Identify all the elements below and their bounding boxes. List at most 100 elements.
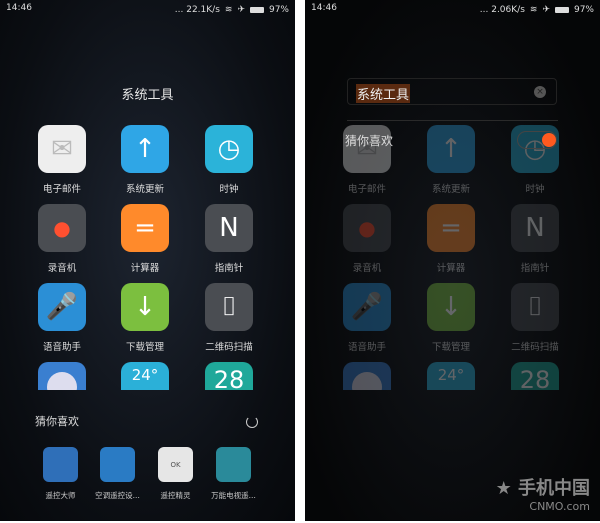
recommend-title: 猜你喜欢 <box>35 415 79 428</box>
app-clock[interactable]: ◷ 时钟 <box>194 125 264 195</box>
app-arrow-up[interactable]: ↑ 系统更新 <box>110 125 180 195</box>
app-label: 下载管理 <box>125 342 164 353</box>
app-label: 计算器 <box>436 263 466 274</box>
wifi-icon: ≋ <box>224 5 233 15</box>
right-phone-screen: 14:46 ... 2.06K/s ≋ ✈ 97% ✉ 电子邮件 ↑ 系统更新 ◷ 时钟 ● 录音机… <box>305 0 600 521</box>
app-label: 遥控大师 <box>45 491 76 500</box>
app-compass[interactable]: N 指南针 <box>500 204 570 274</box>
icon-text: 24° <box>131 366 159 384</box>
download-icon: ↓ <box>121 283 169 331</box>
app-scanner[interactable]: ⌷ 二维码扫描 <box>194 283 264 353</box>
airplane-icon: ✈ <box>542 5 550 15</box>
wifi-icon: ≋ <box>529 5 538 15</box>
weather-icon: 24° <box>121 362 169 390</box>
record-icon: ● <box>343 204 391 252</box>
app-label: 时钟 <box>219 184 239 195</box>
app-label: 电子邮件 <box>42 184 81 195</box>
battery-percent: 97% <box>268 5 289 15</box>
app-label: 时钟 <box>525 184 545 195</box>
recommend-label: 猜你喜欢 <box>345 134 394 148</box>
ac-remote-icon <box>100 447 135 482</box>
app-label: 语音助手 <box>347 342 386 353</box>
app-partial[interactable]: 28 <box>194 362 264 390</box>
compass-icon: N <box>511 204 559 252</box>
battery-icon <box>249 7 264 13</box>
battery-percent: 97% <box>573 5 594 15</box>
recommended-app[interactable]: OK 遥控精灵 <box>158 447 193 501</box>
app-label: 录音机 <box>352 263 382 274</box>
app-label: 录音机 <box>47 263 77 274</box>
app-arrow-up[interactable]: ↑ 系统更新 <box>416 125 486 195</box>
microphone-icon: 🎤 <box>343 283 391 331</box>
app-calculator[interactable]: = 计算器 <box>416 204 486 274</box>
app-download[interactable]: ↓ 下载管理 <box>110 283 180 353</box>
refresh-icon[interactable] <box>246 416 258 428</box>
app-label: 语音助手 <box>42 342 81 353</box>
compass-icon: N <box>205 204 253 252</box>
arrow-up-icon: ↑ <box>427 125 475 173</box>
app-partial[interactable]: 24° <box>416 362 486 390</box>
app-label: 空调遥控设... <box>95 491 140 500</box>
battery-icon <box>554 7 569 13</box>
airplane-icon: ✈ <box>237 5 245 15</box>
app-label: 指南针 <box>214 263 244 274</box>
app-partial[interactable] <box>332 362 402 390</box>
record-icon: ● <box>38 204 86 252</box>
icon-text: 28 <box>213 366 245 390</box>
watermark-en: CNMO.com <box>529 500 590 513</box>
calculator-icon: = <box>121 204 169 252</box>
app-partial[interactable]: 28 <box>500 362 570 390</box>
status-time: 14:46 <box>6 3 32 13</box>
recommended-app[interactable]: 遥控大师 <box>43 447 78 501</box>
status-time: 14:46 <box>311 3 337 13</box>
folder-name-value: 系统工具 <box>356 84 411 103</box>
app-label: 指南针 <box>520 263 550 274</box>
app-microphone[interactable]: 🎤 语音助手 <box>27 283 97 353</box>
mail-icon: ✉ <box>38 125 86 173</box>
app-scanner[interactable]: ⌷ 二维码扫描 <box>500 283 570 353</box>
arrow-up-icon: ↑ <box>121 125 169 173</box>
watermark-cn: 手机中国 <box>518 478 590 499</box>
weather-icon: 24° <box>427 362 475 390</box>
app-label: 系统更新 <box>125 184 164 195</box>
clear-icon[interactable]: × <box>534 86 546 98</box>
recommended-app[interactable]: 万能电视遥... <box>211 447 256 501</box>
app-mail[interactable]: ✉ 电子邮件 <box>27 125 97 195</box>
calendar-icon: 28 <box>205 362 253 390</box>
calculator-icon: = <box>427 204 475 252</box>
app-record[interactable]: ● 录音机 <box>332 204 402 274</box>
app-compass[interactable]: N 指南针 <box>194 204 264 274</box>
remote-icon <box>343 362 391 390</box>
tv-remote-icon <box>216 447 251 482</box>
toggle-knob <box>542 133 556 147</box>
app-label: 遥控精灵 <box>160 491 191 500</box>
recommended-app[interactable]: 空调遥控设... <box>95 447 140 501</box>
left-phone-screen: 14:46 ... 22.1K/s ≋ ✈ 97% 系统工具 ✉ 电子邮件 ↑ 系统更新 ◷ 时… <box>0 0 295 521</box>
icon-text: 24° <box>437 366 465 384</box>
app-label: 计算器 <box>130 263 160 274</box>
app-partial[interactable] <box>27 362 97 390</box>
download-icon: ↓ <box>427 283 475 331</box>
status-bar: 14:46 ... 2.06K/s ≋ ✈ 97% <box>311 3 594 17</box>
folder-title[interactable]: 系统工具 <box>0 84 295 103</box>
remote-icon <box>38 362 86 390</box>
app-label: 电子邮件 <box>347 184 386 195</box>
cnmo-watermark: ★ 手机中国 CNMO.com <box>495 478 590 513</box>
recommend-toggle[interactable] <box>517 131 557 149</box>
app-partial[interactable]: 24° <box>110 362 180 390</box>
calendar-icon: 28 <box>511 362 559 390</box>
app-download[interactable]: ↓ 下载管理 <box>416 283 486 353</box>
scanner-icon: ⌷ <box>205 283 253 331</box>
remote-master-icon <box>43 447 78 482</box>
scanner-icon: ⌷ <box>511 283 559 331</box>
app-label: 万能电视遥... <box>211 491 256 500</box>
microphone-icon: 🎤 <box>38 283 86 331</box>
folder-name-input[interactable]: 系统工具 × <box>347 78 557 105</box>
remote-sprite-icon: OK <box>158 447 193 482</box>
app-calculator[interactable]: = 计算器 <box>110 204 180 274</box>
app-microphone[interactable]: 🎤 语音助手 <box>332 283 402 353</box>
icon-text: OK <box>170 460 181 469</box>
app-record[interactable]: ● 录音机 <box>27 204 97 274</box>
icon-text: 28 <box>519 366 551 390</box>
app-label: 系统更新 <box>431 184 470 195</box>
